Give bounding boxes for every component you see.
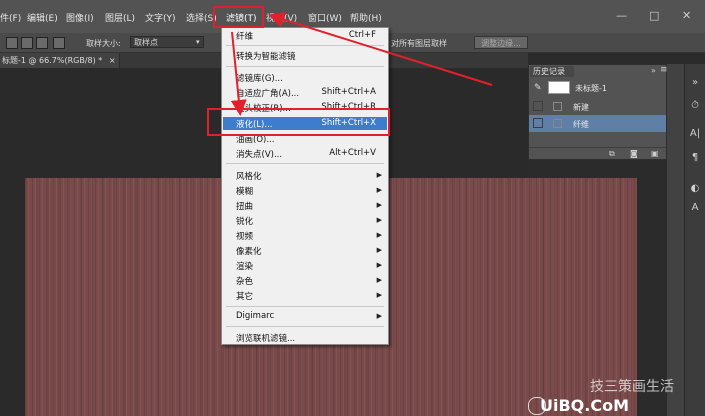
- arrow-to-liquify: [230, 31, 247, 116]
- annotation-arrows: [230, 11, 493, 116]
- arrow-to-filter-menu: [268, 11, 493, 86]
- watermark: UiBQ.CoM: [540, 396, 630, 415]
- watermark-faint: 技三策画生活: [590, 379, 674, 395]
